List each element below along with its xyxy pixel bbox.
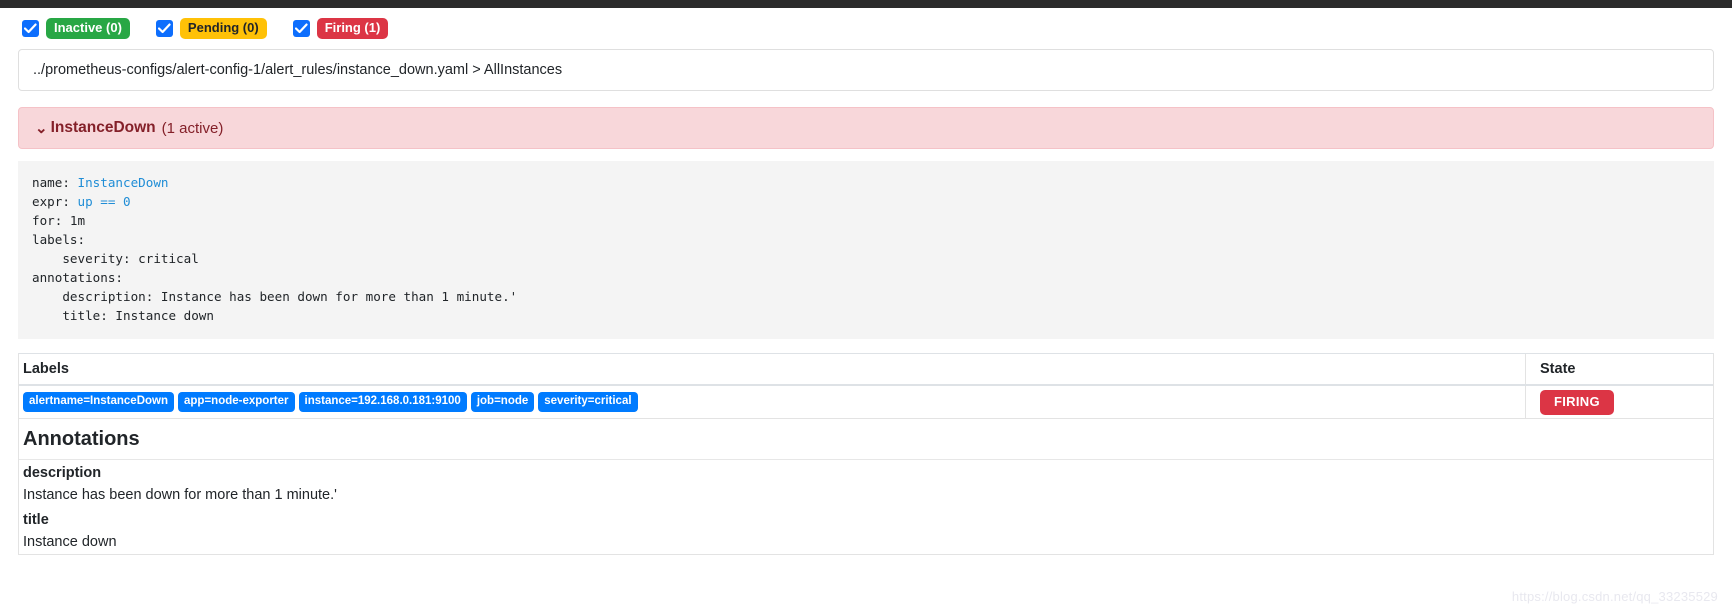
status-badge: FIRING [1540,389,1614,415]
annotation-item-title: title Instance down [19,507,1713,554]
alert-active-count: (1 active) [161,119,224,137]
annotation-value: Instance has been down for more than 1 m… [23,487,337,504]
filter-label-inactive[interactable]: Inactive (0) [46,18,130,40]
table-header-labels: Labels [19,361,1525,377]
yaml-line-expr-key: expr: [32,194,78,210]
alert-state-filter-bar: Inactive (0) Pending (0) Firing (1) [0,8,1732,47]
breadcrumb: ../prometheus-configs/alert-config-1/ale… [33,62,563,79]
annotation-key: description [23,465,102,482]
filter-firing[interactable]: Firing (1) [292,18,389,40]
breadcrumb-panel: ../prometheus-configs/alert-config-1/ale… [18,49,1714,92]
label-badge-instance[interactable]: instance=192.168.0.181:9100 [298,392,467,413]
table-header-row: Labels State [19,354,1713,387]
check-icon [24,23,37,34]
label-badge-alertname[interactable]: alertname=InstanceDown [23,392,175,413]
alert-rule-yaml: name: InstanceDown expr: up == 0 for: 1m… [18,161,1714,340]
annotation-key: title [23,512,49,529]
annotations-section: Annotations description Instance has bee… [18,419,1714,556]
alert-instances-table: Labels State alertname=InstanceDown app=… [18,353,1714,420]
checkbox-firing[interactable] [292,20,310,38]
yaml-line-labels: labels: [32,232,86,248]
table-cell-state: FIRING [1525,386,1713,419]
filter-label-firing[interactable]: Firing (1) [316,18,389,40]
checkbox-inactive[interactable] [22,20,39,38]
label-badge-job[interactable]: job=node [470,392,535,413]
table-header-state: State [1525,354,1713,385]
annotation-item-description: description Instance has been down for m… [19,460,1713,507]
alert-group-header[interactable]: ⌄ InstanceDown (1 active) [18,107,1714,150]
check-icon [294,23,308,34]
check-icon [157,23,171,34]
filter-pending[interactable]: Pending (0) [155,18,267,40]
yaml-line-severity: severity: critical [32,251,199,267]
filter-label-pending[interactable]: Pending (0) [179,18,267,40]
yaml-line-for: for: 1m [32,213,86,229]
filter-inactive[interactable]: Inactive (0) [22,18,130,40]
yaml-line-name-value: InstanceDown [77,175,169,191]
label-badge-app[interactable]: app=node-exporter [178,392,295,413]
alert-group-name: InstanceDown [50,119,156,137]
yaml-line-title: title: Instance down [32,308,214,324]
table-cell-labels: alertname=InstanceDown app=node-exporter… [19,392,1525,413]
annotations-heading: Annotations [19,419,1713,461]
column-header-labels: Labels [23,361,69,378]
column-header-state: State [1540,361,1576,378]
yaml-line-annotations: annotations: [32,270,123,286]
yaml-line-expr-value: up == 0 [77,194,131,210]
yaml-line-name-key: name: [32,175,78,191]
label-badge-severity[interactable]: severity=critical [538,392,638,413]
table-row: alertname=InstanceDown app=node-exporter… [19,386,1713,419]
yaml-line-description: description: Instance has been down for … [32,289,518,305]
watermark: https://blog.csdn.net/qq_33235529 [1511,589,1718,604]
annotation-value: Instance down [23,534,117,551]
window-top-strip [0,0,1732,8]
chevron-down-icon[interactable]: ⌄ [35,121,48,136]
checkbox-pending[interactable] [155,20,173,38]
